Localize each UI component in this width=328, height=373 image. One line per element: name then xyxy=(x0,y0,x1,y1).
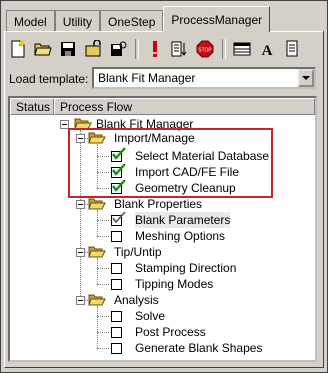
tab-utility[interactable]: Utility xyxy=(54,10,101,32)
tree-connector xyxy=(97,284,109,285)
chevron-down-icon[interactable] xyxy=(298,69,314,87)
collapse-toggle[interactable] xyxy=(76,248,85,257)
tree-item-label[interactable]: Stamping Direction xyxy=(135,260,236,276)
load-template-value: Blank Fit Manager xyxy=(98,71,196,85)
checkbox[interactable] xyxy=(111,311,122,322)
unlock-icon[interactable] xyxy=(83,39,103,59)
checkbox[interactable] xyxy=(111,327,122,338)
tree-connector xyxy=(97,220,109,221)
load-template-select[interactable]: Blank Fit Manager xyxy=(92,67,316,89)
column-status[interactable]: Status xyxy=(10,98,54,115)
checkbox[interactable] xyxy=(111,263,122,274)
table-icon[interactable] xyxy=(232,39,252,59)
load-template-label: Load template: xyxy=(9,72,89,86)
tree-connector xyxy=(97,268,109,269)
font-icon[interactable]: A xyxy=(257,39,277,59)
tab-model[interactable]: Model xyxy=(6,10,55,32)
checkbox[interactable] xyxy=(111,279,122,290)
new-icon[interactable] xyxy=(8,39,28,59)
tree-item-label[interactable]: Post Process xyxy=(135,324,206,340)
column-process-flow[interactable]: Process Flow xyxy=(54,98,315,115)
lock-save-icon[interactable] xyxy=(108,39,128,59)
checkbox[interactable] xyxy=(111,343,122,354)
document-icon[interactable] xyxy=(282,39,302,59)
tree-item-label[interactable]: Solve xyxy=(135,308,165,324)
tree-group-label[interactable]: Blank Properties xyxy=(114,196,202,212)
tree-connector xyxy=(97,332,109,333)
tree-connector xyxy=(97,210,98,236)
stop-icon[interactable]: STOP xyxy=(195,39,215,59)
tree-item-label[interactable]: Tipping Modes xyxy=(135,276,213,292)
collapse-toggle[interactable] xyxy=(76,296,85,305)
highlight-annotation xyxy=(68,128,273,198)
exclamation-icon[interactable] xyxy=(145,39,165,59)
tab-bar: Model Utility OneStep ProcessManager xyxy=(6,6,271,32)
tree-connector xyxy=(97,348,109,349)
save-icon[interactable] xyxy=(58,39,78,59)
tree-group-label[interactable]: Tip/Untip xyxy=(114,244,162,260)
checkbox[interactable] xyxy=(111,211,126,226)
toolbar-separator xyxy=(135,39,139,59)
tree-item-label[interactable]: Meshing Options xyxy=(135,228,225,244)
tab-processmanager[interactable]: ProcessManager xyxy=(163,6,271,32)
tree-connector xyxy=(97,316,109,317)
open-icon[interactable] xyxy=(33,39,53,59)
tree-group-label[interactable]: Analysis xyxy=(114,292,159,308)
collapse-toggle[interactable] xyxy=(76,200,85,209)
list-icon[interactable] xyxy=(170,39,190,59)
tree-connector xyxy=(97,236,109,237)
svg-text:A: A xyxy=(262,43,273,58)
tab-onestep[interactable]: OneStep xyxy=(100,10,164,32)
svg-text:STOP: STOP xyxy=(198,48,212,54)
tree-item-label[interactable]: Generate Blank Shapes xyxy=(135,340,262,356)
tree-item-label[interactable]: Blank Parameters xyxy=(135,212,231,228)
toolbar-separator xyxy=(222,39,226,59)
tree-header: Status Process Flow xyxy=(10,98,315,115)
tree-connector xyxy=(97,258,98,284)
tree-connector xyxy=(97,306,98,348)
toolbar: STOP A xyxy=(8,37,307,61)
checkbox[interactable] xyxy=(111,231,122,242)
